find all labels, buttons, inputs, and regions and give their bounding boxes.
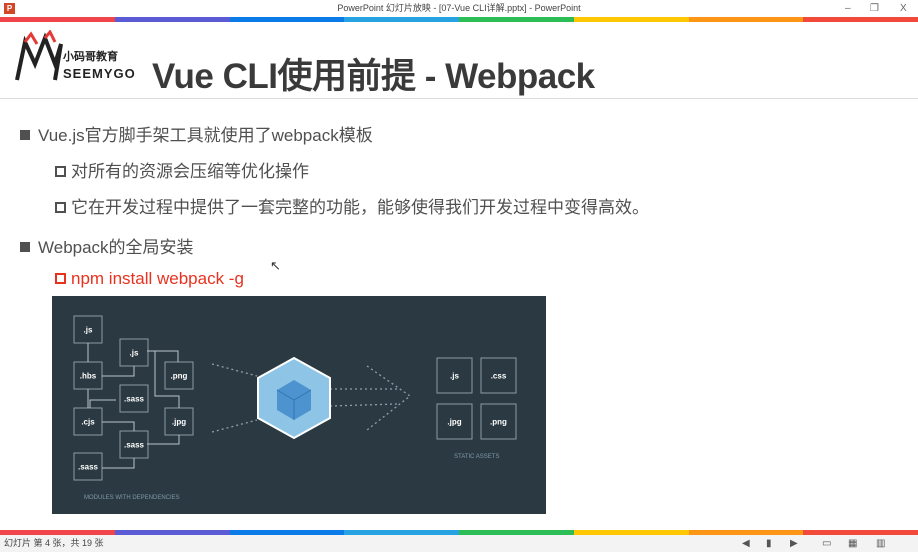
minimize-button[interactable]: – [845, 0, 851, 17]
logo-text-en: SEEMYGO [63, 66, 136, 81]
bullet-2: Webpack的全局安装 [20, 233, 194, 258]
svg-text:.png: .png [171, 372, 188, 381]
restore-button[interactable]: ❐ [870, 0, 879, 17]
square-bullet-icon [20, 130, 30, 140]
hollow-square-bullet-icon [55, 202, 66, 213]
webpack-diagram: .js .js .hbs .png .sass .cjs .jpg .sass .sass .j… [52, 296, 546, 514]
reading-view-icon[interactable]: ▥ [876, 538, 885, 549]
slide-sorter-icon[interactable]: ▦ [848, 538, 857, 549]
svg-text:.css: .css [491, 372, 507, 381]
sub-bullet: 对所有的资源会压缩等优化操作 [55, 157, 309, 182]
previous-slide-icon[interactable]: ◀ [742, 538, 750, 549]
slide-title: Vue CLI使用前提 - Webpack [152, 57, 595, 96]
powerpoint-icon: P [4, 3, 15, 14]
mouse-cursor-icon: ↖ [270, 258, 281, 273]
menu-icon[interactable]: ▮ [766, 538, 772, 549]
window-title: PowerPoint 幻灯片放映 - [07-Vue CLI详解.pptx] -… [337, 3, 581, 13]
npm-command: npm install webpack -g [55, 269, 244, 289]
sub-bullet: 它在开发过程中提供了一套完整的功能，能够使得我们开发过程中变得高效。 [55, 193, 649, 218]
svg-text:.jpg: .jpg [447, 418, 461, 427]
svg-text:.sass: .sass [124, 441, 145, 450]
title-divider [0, 98, 918, 99]
modules-label: MODULES WITH DEPENDENCIES [84, 495, 180, 501]
assets-label: STATIC ASSETS [454, 454, 499, 460]
normal-view-icon[interactable]: ▭ [822, 538, 831, 549]
next-slide-icon[interactable]: ▶ [790, 538, 798, 549]
svg-text:.sass: .sass [124, 395, 145, 404]
slide-counter: 幻灯片 第 4 张，共 19 张 [4, 538, 104, 548]
svg-text:.jpg: .jpg [172, 418, 186, 427]
svg-text:.cjs: .cjs [81, 418, 95, 427]
bullet-1: Vue.js官方脚手架工具就使用了webpack模板 [20, 121, 373, 146]
svg-text:.js: .js [84, 326, 93, 335]
svg-text:.sass: .sass [78, 463, 99, 472]
close-button[interactable]: X [900, 0, 907, 17]
status-bar: 幻灯片 第 4 张，共 19 张 ◀ ▮ ▶ ▭ ▦ ▥ [0, 535, 918, 552]
svg-text:.js: .js [450, 372, 459, 381]
svg-text:.js: .js [130, 349, 139, 358]
svg-text:.hbs: .hbs [80, 372, 97, 381]
hollow-square-bullet-icon [55, 166, 66, 177]
svg-text:.png: .png [490, 418, 507, 427]
seemygo-logo: 小码哥教育 SEEMYGO [15, 30, 136, 81]
square-bullet-icon [20, 242, 30, 252]
hollow-square-bullet-icon [55, 273, 66, 284]
logo-text-cn: 小码哥教育 [62, 49, 118, 63]
title-bar: P PowerPoint 幻灯片放映 - [07-Vue CLI详解.pptx]… [0, 0, 918, 17]
